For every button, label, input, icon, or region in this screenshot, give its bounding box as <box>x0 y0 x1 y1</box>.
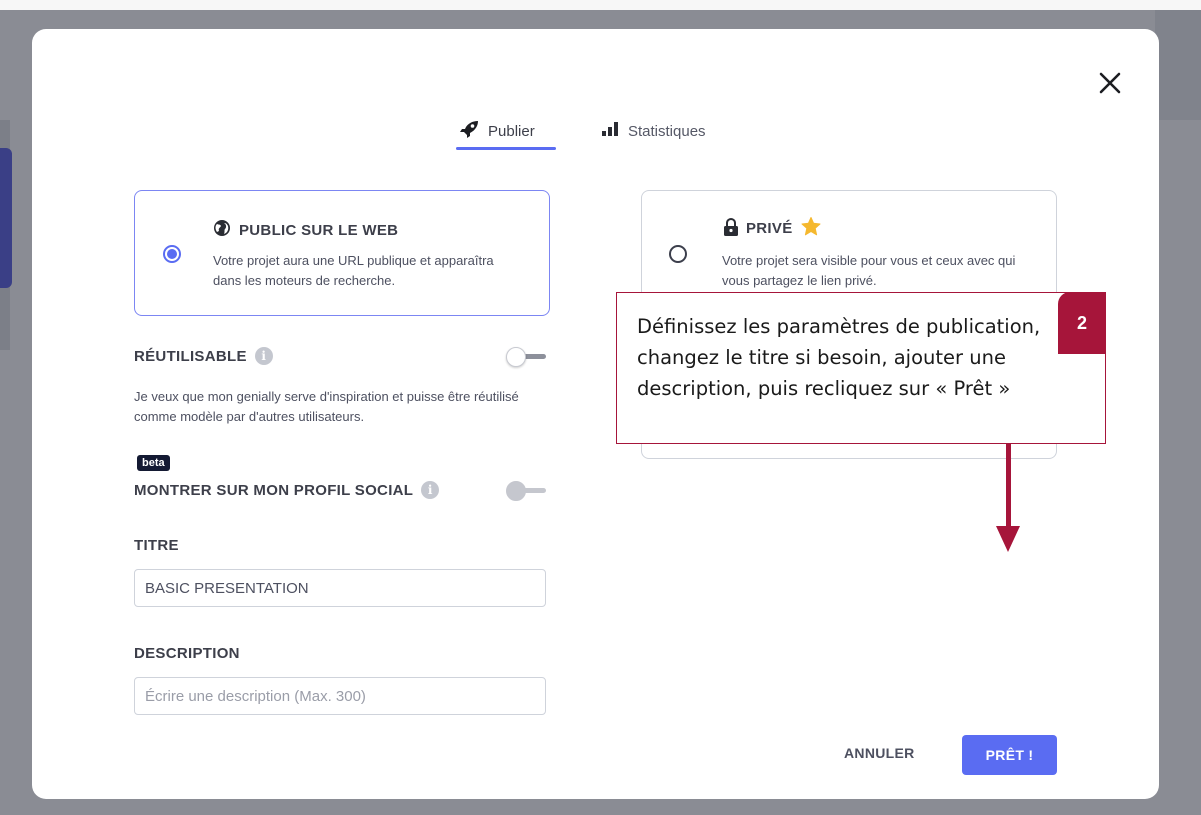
globe-icon <box>213 219 231 241</box>
callout-arrow-down-icon <box>996 526 1020 552</box>
private-radio[interactable] <box>669 245 687 263</box>
public-option-description: Votre projet aura une URL publique et ap… <box>213 253 494 288</box>
reusable-help-text: Je veux que mon genially serve d'inspira… <box>134 389 519 424</box>
social-profile-label: MONTRER SUR MON PROFIL SOCIAL i <box>134 481 440 499</box>
lock-icon <box>724 217 738 240</box>
title-input[interactable]: BASIC PRESENTATION <box>134 569 546 607</box>
reusable-label: RÉUTILISABLE i <box>134 347 273 365</box>
info-icon[interactable]: i <box>254 347 273 365</box>
tutorial-callout: Définissez les paramètres de publication… <box>616 292 1106 444</box>
info-icon[interactable]: i <box>421 481 440 499</box>
description-input[interactable]: Écrire une description (Max. 300) <box>134 677 546 715</box>
public-option-card[interactable]: PUBLIC SUR LE WEB Votre projet aura une … <box>134 190 550 316</box>
reusable-toggle[interactable] <box>506 347 548 367</box>
rocket-icon <box>460 120 480 142</box>
close-icon[interactable] <box>1096 69 1124 97</box>
step-number-badge: 2 <box>1058 292 1106 354</box>
public-option-title: PUBLIC SUR LE WEB <box>213 219 398 241</box>
tab-publish-label: Publier <box>488 122 535 140</box>
title-field-label: TITRE <box>134 537 179 554</box>
private-option-description: Votre projet sera visible pour vous et c… <box>722 253 1016 288</box>
ready-button[interactable]: PRÊT ! <box>962 735 1057 775</box>
tutorial-callout-text: Définissez les paramètres de publication… <box>637 315 1041 400</box>
background-top-bar <box>0 0 1201 10</box>
background-right-panel <box>1155 10 1201 120</box>
tab-publish[interactable]: Publier <box>460 115 535 147</box>
description-field-label: DESCRIPTION <box>134 645 240 662</box>
tab-statistics-label: Statistiques <box>628 122 706 140</box>
public-radio[interactable] <box>163 245 181 263</box>
bar-chart-icon <box>602 122 620 140</box>
star-icon <box>801 217 821 240</box>
private-option-title: PRIVÉ <box>724 217 821 240</box>
social-profile-toggle[interactable] <box>506 481 548 501</box>
tab-bar: Publier Statistiques <box>32 115 1159 151</box>
callout-arrow-shaft <box>1006 444 1011 528</box>
background-left-accent <box>0 148 12 288</box>
active-tab-indicator <box>456 147 556 150</box>
tab-statistics[interactable]: Statistiques <box>602 115 706 147</box>
beta-badge: beta <box>137 455 170 471</box>
cancel-button[interactable]: ANNULER <box>844 745 915 761</box>
